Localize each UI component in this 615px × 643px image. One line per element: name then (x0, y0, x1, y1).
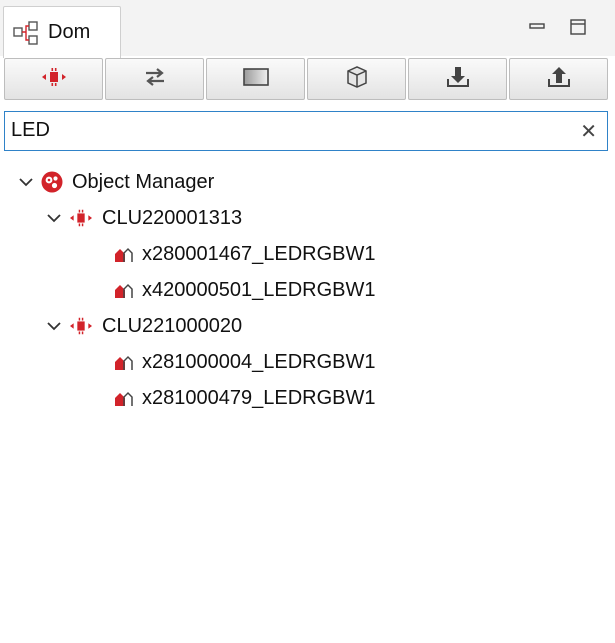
led-output-icon (112, 245, 134, 263)
tree-leaf-led[interactable]: x280001467_LEDRGBW1 (112, 236, 375, 272)
chevron-down-icon[interactable] (46, 318, 62, 334)
maximize-icon (569, 18, 587, 41)
tab-label: Dom (48, 21, 91, 43)
tree-leaf-led[interactable]: x420000501_LEDRGBW1 (112, 272, 375, 308)
sync-arrows-icon (141, 65, 169, 94)
sync-button[interactable] (105, 58, 204, 100)
search-box: ✕ (4, 111, 608, 151)
dom-panel: Dom LED ✕ Object Manager CLU220001313 x2… (0, 0, 615, 643)
export-up-icon (545, 65, 573, 94)
tree-label: x281000004_LEDRGBW1 (142, 350, 376, 373)
chevron-down-icon[interactable] (18, 174, 34, 190)
tree-label: CLU221000020 (102, 314, 243, 337)
dom-tree-icon (12, 20, 42, 46)
import-button[interactable] (408, 58, 507, 100)
tree-label: x280001467_LEDRGBW1 (142, 242, 376, 265)
tree-node-clu[interactable]: CLU221000020 (46, 308, 242, 344)
panel-button[interactable] (206, 58, 305, 100)
tree-root-object-manager[interactable]: Object Manager (18, 164, 214, 200)
tree-leaf-led[interactable]: x281000479_LEDRGBW1 (112, 380, 375, 416)
tree-label: CLU220001313 (102, 206, 243, 229)
export-button[interactable] (509, 58, 608, 100)
led-output-icon (112, 353, 134, 371)
search-input[interactable] (11, 114, 571, 146)
box-button[interactable] (307, 58, 406, 100)
tab-dom[interactable]: Dom (3, 6, 121, 58)
led-output-icon (112, 389, 134, 407)
tree-node-clu[interactable]: CLU220001313 (46, 200, 242, 236)
minimize-button[interactable] (526, 18, 548, 40)
tab-strip: Dom (0, 0, 615, 58)
box-icon (343, 65, 371, 94)
clu-module-icon (40, 65, 68, 94)
tree-label: Object Manager (72, 170, 215, 193)
close-icon[interactable]: ✕ (580, 118, 597, 144)
maximize-button[interactable] (567, 18, 589, 40)
tree-leaf-led[interactable]: x281000004_LEDRGBW1 (112, 344, 375, 380)
clu-module-icon (68, 315, 94, 337)
toolbar (4, 58, 608, 100)
object-manager-icon (40, 170, 64, 194)
led-output-icon (112, 281, 134, 299)
clu-module-icon (68, 207, 94, 229)
chevron-down-icon[interactable] (46, 210, 62, 226)
import-down-icon (444, 65, 472, 94)
tree-label: x420000501_LEDRGBW1 (142, 278, 376, 301)
tree-label: x281000479_LEDRGBW1 (142, 386, 376, 409)
clu-module-button[interactable] (4, 58, 103, 100)
panel-icon (241, 66, 271, 93)
minimize-icon (528, 18, 546, 41)
